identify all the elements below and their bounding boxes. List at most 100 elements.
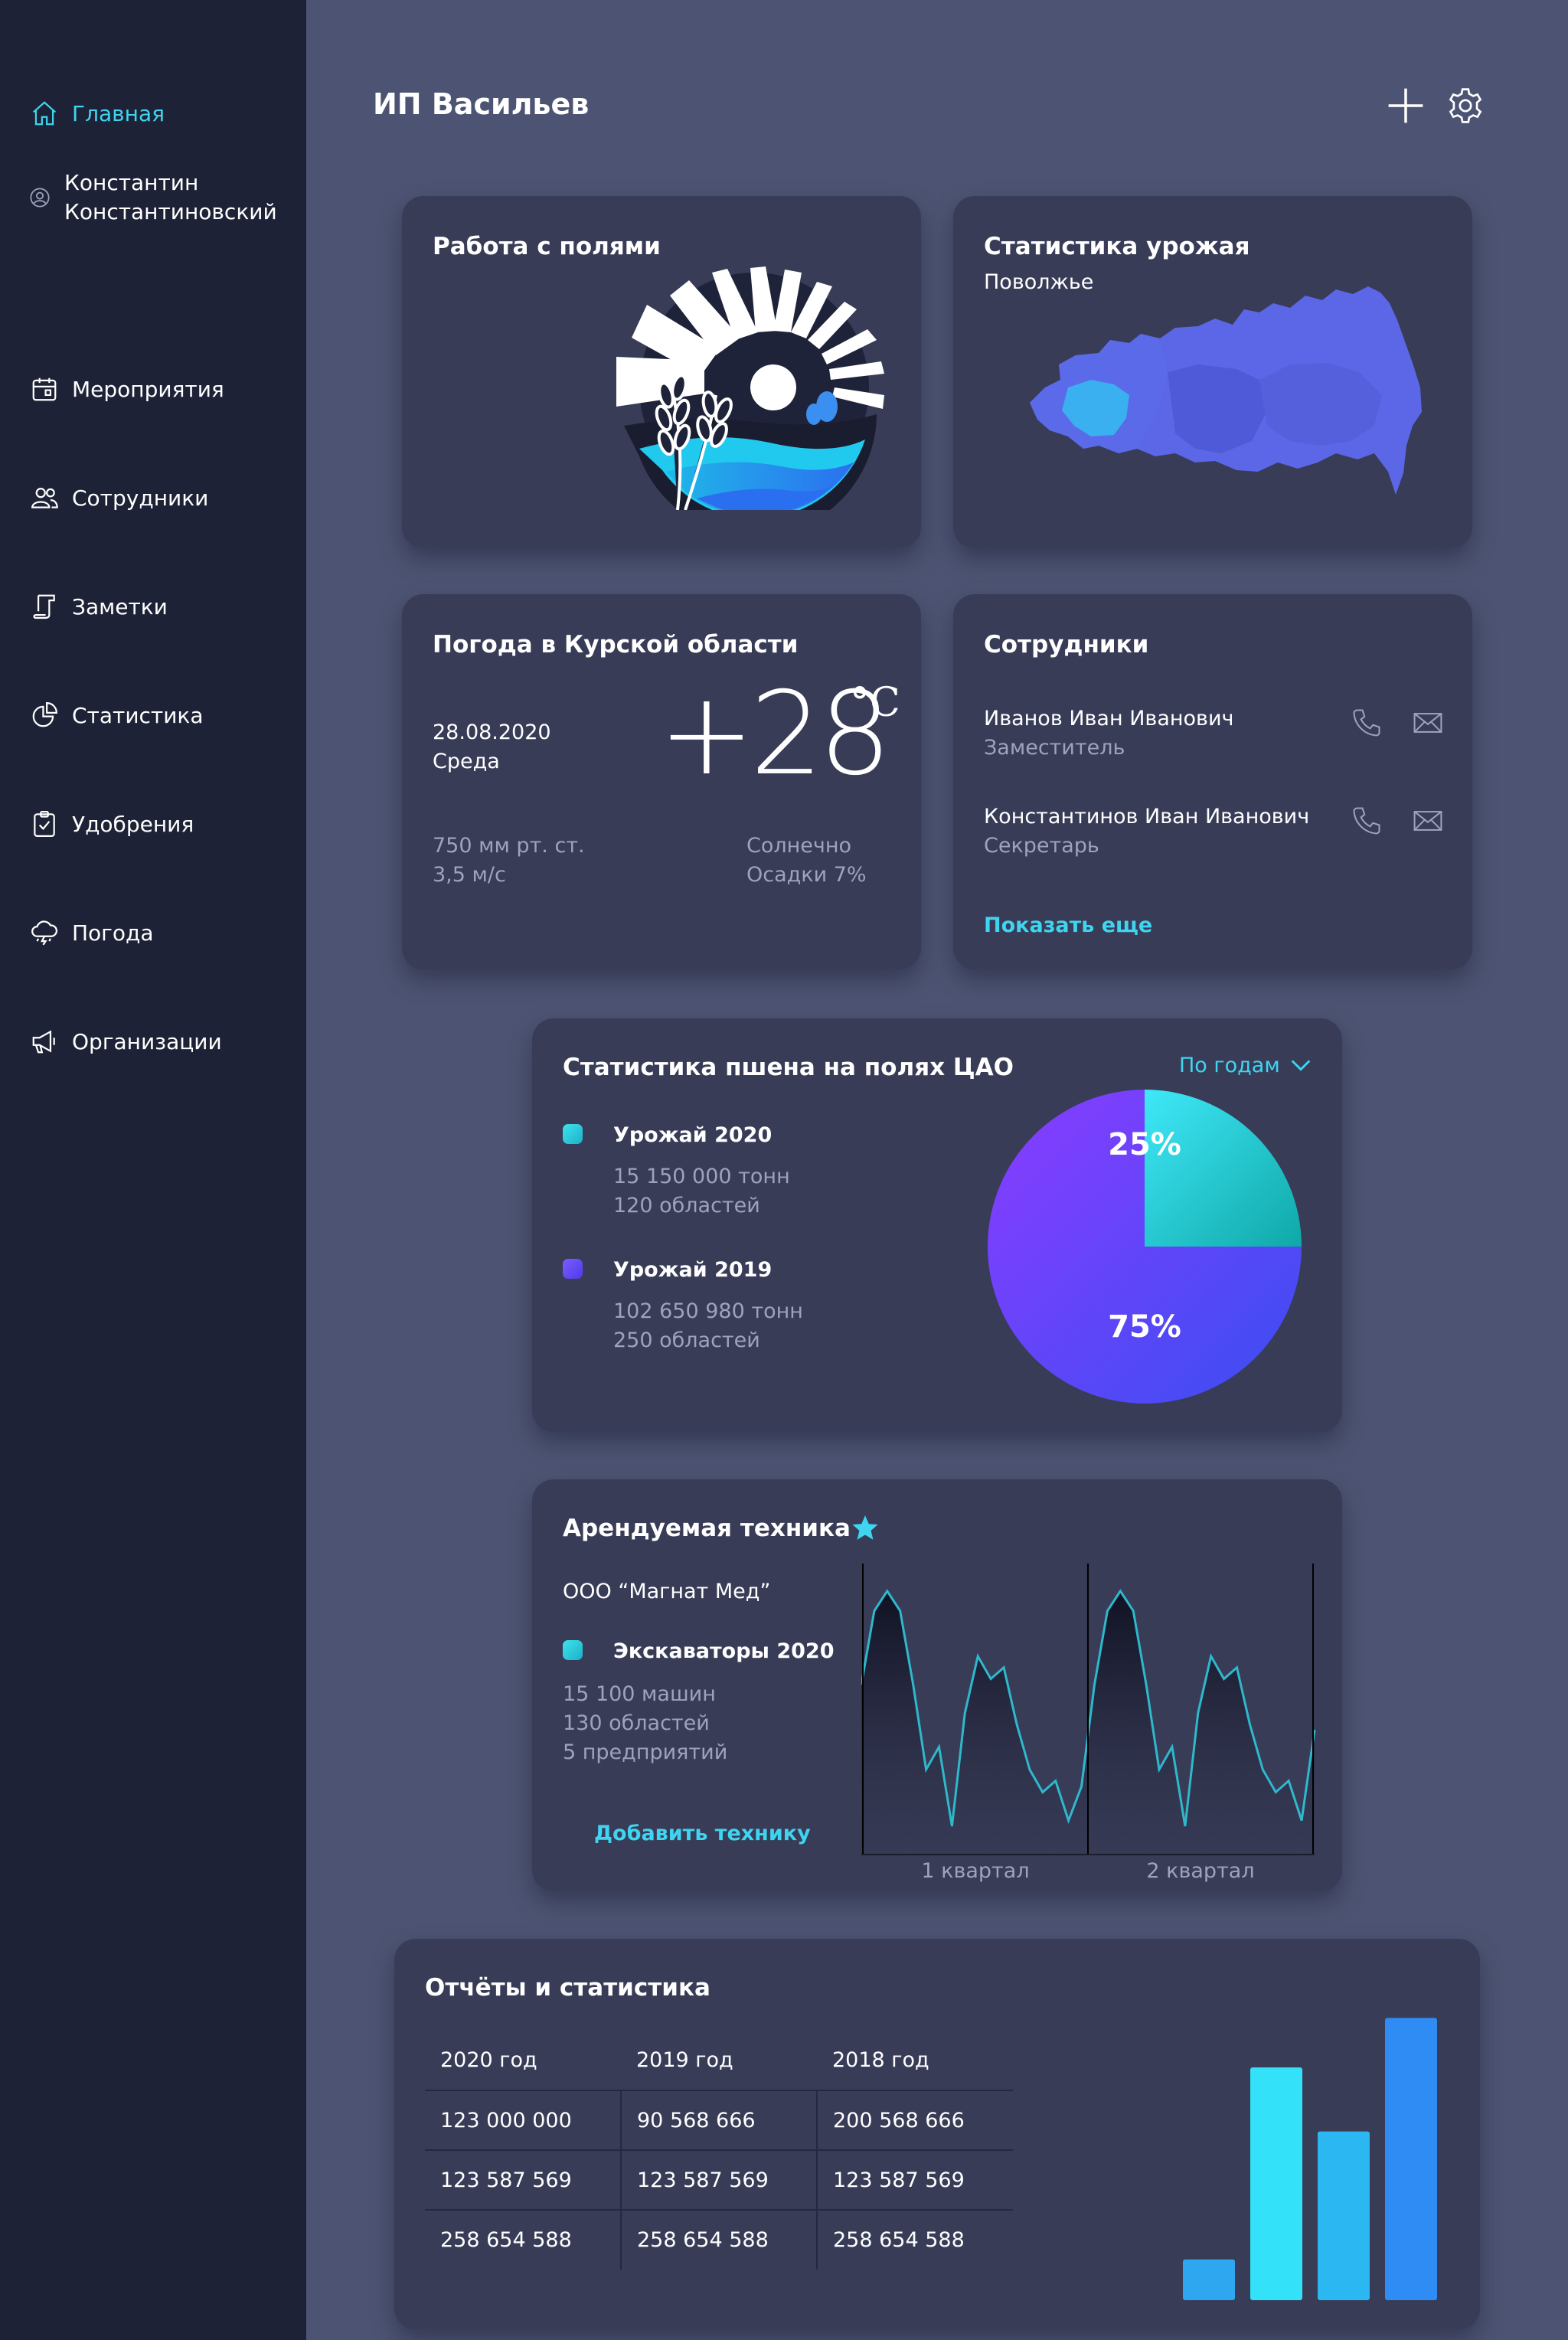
table-header-row: 2020 год 2019 год 2018 год [425,2031,1013,2090]
sidebar-item-label: Мероприятия [72,376,224,402]
sidebar-item-employees[interactable]: Сотрудники [29,482,208,513]
sidebar-item-label: Главная [72,100,165,126]
weather-card[interactable]: Погода в Курской области 28.08.2020 Сред… [402,594,921,969]
weather-condition: Солнечно [746,834,852,858]
reports-bar-chart [1183,2018,1437,2300]
sidebar-item-weather[interactable]: Погода [29,917,154,948]
table-cell: 258 654 588 [816,2209,1013,2270]
sidebar-item-label: Заметки [72,593,168,619]
wheat-card-title: Статистика пшена на полях ЦАО [563,1054,1014,1081]
pie-value-label: 75% [1108,1309,1181,1345]
table-cell: 123 587 569 [816,2149,1013,2210]
show-more-link[interactable]: Показать еще [984,911,1152,940]
table-cell: 200 568 666 [816,2090,1013,2150]
weather-pressure: 750 мм рт. ст. [433,834,585,858]
sidebar-item-statistics[interactable]: Статистика [29,700,204,730]
temperature-unit: °C [850,680,900,726]
bar-chart-bar [1318,2131,1370,2300]
sidebar-item-label: Удобрения [72,811,194,837]
bar-chart-bar [1385,2018,1437,2300]
rented-equipment-card[interactable]: Арендуемая техника ООО “Магнат Мед” Экск… [532,1479,1342,1891]
table-cell: 258 654 588 [425,2209,621,2270]
notes-icon [29,591,60,622]
clipboard-check-icon [29,809,60,839]
legend-label-2019: Урожай 2019 [613,1258,773,1282]
employee-name: Константинов Иван Иванович [984,805,1310,828]
table-cell: 123 000 000 [425,2090,621,2150]
table-cell: 123 587 569 [620,2149,817,2210]
sidebar-item-notes[interactable]: Заметки [29,591,168,622]
bar-chart-bar [1250,2067,1302,2300]
sidebar-item-fertilizers[interactable]: Удобрения [29,809,194,839]
wheat-pie-chart: 25% 75% [988,1090,1302,1404]
user-icon [29,187,52,210]
sidebar-item-organizations[interactable]: Организации [29,1026,222,1057]
line-chart-x-tick-label: 2 квартал [1146,1859,1254,1883]
legend-dot-2019 [563,1259,583,1279]
reports-card[interactable]: Отчёты и статистика 2020 год 2019 год 20… [394,1939,1480,2329]
table-cell: 123 587 569 [425,2149,621,2210]
fields-card[interactable]: Работа с полями [402,196,921,548]
weather-card-title: Погода в Курской области [433,631,799,659]
sidebar-item-label: Погода [72,920,154,946]
add-button[interactable] [1383,83,1429,129]
legend-label-2020: Урожай 2020 [613,1123,773,1147]
add-equipment-link[interactable]: Добавить технику [594,1819,811,1848]
weather-date: 28.08.2020 [433,721,551,744]
sidebar-user-profile[interactable]: Константин Константиновский [29,168,277,227]
wheat-sun-logo [616,266,884,510]
chevron-down-icon [1291,1060,1311,1071]
wheat-stats-card[interactable]: Статистика пшена на полях ЦАО По годам У… [532,1018,1342,1432]
legend-label-excavators: Экскаваторы 2020 [613,1639,835,1663]
bar-chart-bar [1183,2259,1235,2300]
table-cell: 258 654 588 [620,2209,817,2270]
equipment-company: ООО “Магнат Мед” [563,1580,771,1603]
gear-icon [1449,88,1482,123]
equipment-line-chart: 1 квартал 2 квартал [861,1564,1316,1883]
employees-card-title: Сотрудники [984,631,1149,659]
line-chart-x-tick-label: 1 квартал [921,1859,1029,1883]
sidebar: Главная Константин Константиновский Меро… [0,0,306,2340]
reports-card-title: Отчёты и статистика [425,1974,710,2002]
calendar-icon [29,374,60,404]
cloud-storm-icon [29,917,60,948]
sidebar-item-events[interactable]: Мероприятия [29,374,224,404]
settings-button[interactable] [1442,83,1488,129]
phone-icon[interactable] [1350,804,1383,838]
table-header-cell: 2019 год [636,2048,733,2072]
sidebar-item-label: Сотрудники [72,485,209,511]
user-last-name: Константиновский [64,199,277,224]
employee-name: Иванов Иван Иванович [984,707,1234,730]
megaphone-icon [29,1026,60,1057]
pie-value-label: 25% [1108,1127,1181,1162]
period-filter-dropdown[interactable]: По годам [1179,1052,1314,1078]
sidebar-item-label: Статистика [72,702,204,728]
harvest-stats-card[interactable]: Статистика урожая Поволжье [953,196,1472,548]
russia-map [1030,286,1422,495]
period-filter-label: По годам [1179,1053,1280,1077]
employee-role: Секретарь [984,834,1099,858]
mail-icon[interactable] [1411,706,1445,740]
pie-slice-2020[interactable] [1145,1090,1302,1247]
equipment-card-title: Арендуемая техника [563,1515,851,1542]
mail-icon[interactable] [1411,804,1445,838]
sidebar-item-home[interactable]: Главная [29,98,165,129]
table-row: 123 587 569 123 587 569 123 587 569 [425,2149,1013,2210]
table-header-cell: 2020 год [440,2048,537,2072]
fields-card-title: Работа с полями [433,233,661,260]
user-first-name: Константин [64,170,199,195]
equipment-companies: 5 предприятий [563,1740,728,1764]
legend-regions-2019: 250 областей [613,1329,760,1352]
phone-icon[interactable] [1350,706,1383,740]
table-header-cell: 2018 год [832,2048,929,2072]
sidebar-item-label: Организации [72,1028,222,1054]
weather-precipitation: Осадки 7% [746,863,867,887]
table-row: 123 000 000 90 568 666 200 568 666 [425,2090,1013,2150]
home-icon [29,98,60,129]
legend-tons-2020: 15 150 000 тонн [613,1165,790,1188]
plus-icon [1388,88,1423,123]
equipment-machines: 15 100 машин [563,1682,716,1706]
star-icon[interactable] [851,1513,880,1542]
employees-card[interactable]: Сотрудники Иванов Иван Иванович Заместит… [953,594,1472,969]
page-title: ИП Васильев [373,87,590,121]
